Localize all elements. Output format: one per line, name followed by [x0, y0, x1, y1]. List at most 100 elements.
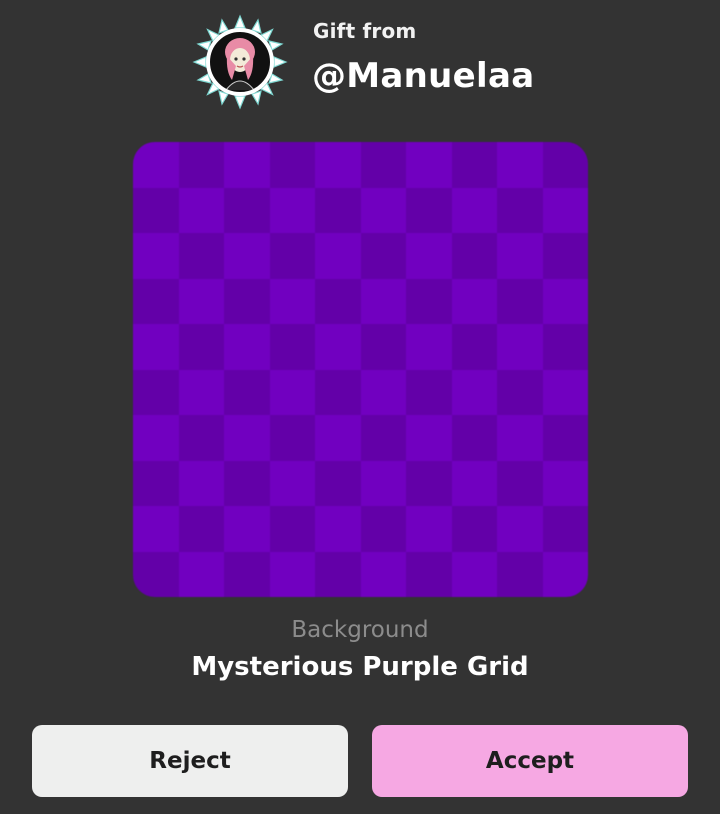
grid-cell — [360, 460, 406, 506]
grid-cell — [542, 551, 588, 597]
grid-cell — [497, 460, 543, 506]
grid-cell — [178, 415, 224, 461]
grid-cell — [269, 551, 315, 597]
grid-cell — [406, 233, 452, 279]
grid-cell — [178, 369, 224, 415]
grid-cell — [406, 415, 452, 461]
grid-cell — [133, 415, 179, 461]
grid-cell — [451, 233, 497, 279]
grid-cell — [178, 460, 224, 506]
grid-cell — [133, 460, 179, 506]
grid-cell — [497, 233, 543, 279]
grid-cell — [224, 142, 270, 188]
grid-cell — [224, 460, 270, 506]
grid-cell — [224, 551, 270, 597]
grid-cell — [542, 369, 588, 415]
grid-cell — [133, 324, 179, 370]
grid-cell — [315, 324, 361, 370]
grid-cell — [224, 278, 270, 324]
grid-cell — [269, 369, 315, 415]
grid-cell — [542, 187, 588, 233]
gift-from-label: Gift from — [313, 19, 417, 43]
grid-cell — [224, 369, 270, 415]
grid-cell — [133, 278, 179, 324]
sun-frame-avatar-icon — [192, 14, 288, 110]
gift-header: Gift from @Manuelaa — [0, 0, 720, 120]
grid-cell — [451, 369, 497, 415]
grid-cell — [542, 142, 588, 188]
grid-cell — [497, 324, 543, 370]
grid-cell — [315, 551, 361, 597]
grid-cell — [542, 278, 588, 324]
sender-username[interactable]: @Manuelaa — [312, 56, 535, 96]
grid-cell — [178, 324, 224, 370]
grid-cell — [497, 551, 543, 597]
grid-cell — [178, 233, 224, 279]
grid-cell — [360, 233, 406, 279]
grid-cell — [178, 187, 224, 233]
grid-cell — [406, 506, 452, 552]
grid-cell — [360, 278, 406, 324]
item-preview — [133, 142, 588, 597]
grid-cell — [497, 278, 543, 324]
grid-cell — [406, 460, 452, 506]
sender-avatar[interactable] — [192, 14, 288, 110]
grid-cell — [269, 187, 315, 233]
grid-cell — [542, 233, 588, 279]
grid-cell — [360, 369, 406, 415]
grid-cell — [224, 187, 270, 233]
grid-cell — [360, 506, 406, 552]
grid-cell — [451, 324, 497, 370]
grid-cell — [542, 324, 588, 370]
grid-cell — [451, 415, 497, 461]
grid-cell — [269, 233, 315, 279]
grid-cell — [315, 142, 361, 188]
grid-cell — [133, 233, 179, 279]
grid-cell — [542, 506, 588, 552]
grid-cell — [497, 415, 543, 461]
grid-cell — [497, 142, 543, 188]
grid-cell — [133, 506, 179, 552]
grid-cell — [269, 324, 315, 370]
grid-cell — [542, 460, 588, 506]
grid-cell — [315, 460, 361, 506]
grid-cell — [406, 324, 452, 370]
grid-cell — [315, 506, 361, 552]
grid-cell — [224, 233, 270, 279]
grid-cell — [269, 415, 315, 461]
grid-cell — [451, 187, 497, 233]
accept-button[interactable]: Accept — [372, 725, 688, 797]
grid-cell — [133, 551, 179, 597]
grid-cell — [178, 278, 224, 324]
grid-cell — [497, 369, 543, 415]
reject-button[interactable]: Reject — [32, 725, 348, 797]
grid-cell — [269, 460, 315, 506]
grid-cell — [497, 187, 543, 233]
grid-cell — [133, 187, 179, 233]
grid-cell — [133, 142, 179, 188]
grid-cell — [406, 187, 452, 233]
grid-cell — [178, 142, 224, 188]
grid-cell — [360, 551, 406, 597]
grid-cell — [451, 278, 497, 324]
grid-cell — [315, 369, 361, 415]
item-name: Mysterious Purple Grid — [191, 652, 529, 682]
grid-cell — [451, 506, 497, 552]
grid-cell — [360, 415, 406, 461]
grid-cell — [315, 278, 361, 324]
grid-cell — [360, 187, 406, 233]
grid-cell — [360, 324, 406, 370]
grid-cell — [315, 187, 361, 233]
grid-cell — [451, 460, 497, 506]
grid-cell — [224, 506, 270, 552]
grid-cell — [360, 142, 406, 188]
grid-cell — [315, 415, 361, 461]
grid-cell — [224, 324, 270, 370]
grid-cell — [451, 551, 497, 597]
grid-cell — [269, 278, 315, 324]
grid-cell — [406, 142, 452, 188]
grid-cell — [178, 551, 224, 597]
grid-cell — [406, 551, 452, 597]
grid-cell — [315, 233, 361, 279]
grid-cell — [224, 415, 270, 461]
